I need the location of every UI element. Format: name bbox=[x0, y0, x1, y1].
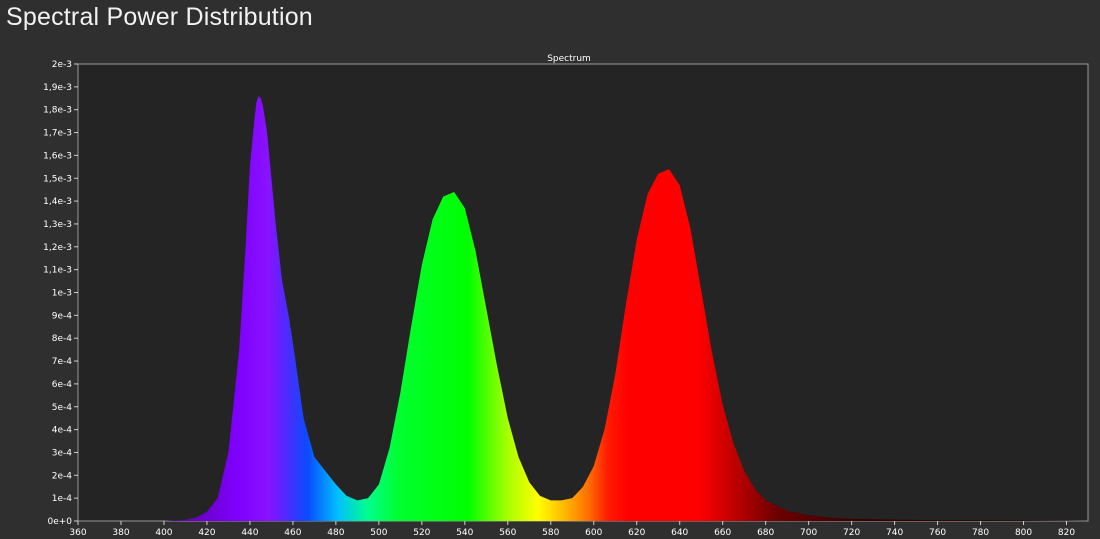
y-tick-label: 3e-4 bbox=[52, 448, 73, 458]
y-tick-label: 1,5e-3 bbox=[43, 174, 72, 184]
x-tick-label: 700 bbox=[800, 528, 817, 538]
y-tick-label: 1,9e-3 bbox=[43, 83, 72, 93]
x-tick-label: 480 bbox=[327, 528, 344, 538]
y-tick-label: 1e-3 bbox=[52, 289, 72, 299]
x-tick-label: 360 bbox=[69, 528, 86, 538]
x-tick-label: 380 bbox=[112, 528, 129, 538]
x-tick-label: 580 bbox=[542, 528, 559, 538]
x-tick-label: 820 bbox=[1058, 528, 1075, 538]
x-axis: 360 380 400 420 440 460 480 500 520 540 560 580 600 6… bbox=[69, 521, 1075, 538]
x-tick-label: 680 bbox=[757, 528, 774, 538]
x-tick-label: 440 bbox=[241, 528, 258, 538]
x-tick-label: 800 bbox=[1015, 528, 1032, 538]
x-tick-label: 660 bbox=[714, 528, 731, 538]
y-tick-label: 2e-3 bbox=[52, 60, 72, 70]
y-tick-label: 1,4e-3 bbox=[43, 197, 72, 207]
x-tick-label: 640 bbox=[671, 528, 688, 538]
x-tick-label: 740 bbox=[886, 528, 903, 538]
y-tick-label: 1,6e-3 bbox=[43, 151, 72, 161]
y-tick-label: 8e-4 bbox=[52, 334, 73, 344]
x-tick-label: 460 bbox=[284, 528, 301, 538]
x-tick-label: 720 bbox=[843, 528, 860, 538]
x-tick-label: 760 bbox=[929, 528, 946, 538]
y-tick-label: 9e-4 bbox=[52, 311, 73, 321]
y-tick-label: 1,3e-3 bbox=[43, 220, 72, 230]
y-tick-label: 2e-4 bbox=[52, 471, 73, 481]
y-tick-label: 7e-4 bbox=[52, 357, 73, 367]
y-tick-label: 1,8e-3 bbox=[43, 106, 72, 116]
y-tick-label: 1,2e-3 bbox=[43, 243, 72, 253]
y-tick-label: 1e-4 bbox=[52, 494, 73, 504]
x-tick-label: 780 bbox=[972, 528, 989, 538]
x-tick-label: 420 bbox=[198, 528, 215, 538]
x-tick-label: 600 bbox=[585, 528, 602, 538]
plot-title: Spectrum bbox=[547, 54, 591, 64]
y-tick-label: 1,1e-3 bbox=[43, 266, 72, 276]
x-tick-label: 560 bbox=[499, 528, 516, 538]
x-tick-label: 500 bbox=[370, 528, 387, 538]
y-axis: 0e+0 1e-4 2e-4 3e-4 4e-4 5e-4 6e-4 7e-4 8e-4 9e-4… bbox=[43, 60, 78, 527]
spectrum-chart: Spectrum 0e+0 1e-4 2e-4 3e-4 4e-4 5e-4 6e-4 7e-… bbox=[43, 54, 1089, 538]
x-tick-label: 540 bbox=[456, 528, 473, 538]
y-tick-label: 4e-4 bbox=[52, 426, 73, 436]
y-tick-label: 6e-4 bbox=[52, 380, 73, 390]
x-tick-label: 400 bbox=[155, 528, 172, 538]
x-tick-label: 520 bbox=[413, 528, 430, 538]
y-tick-label: 0e+0 bbox=[47, 517, 72, 527]
x-tick-label: 620 bbox=[628, 528, 645, 538]
y-tick-label: 5e-4 bbox=[52, 403, 73, 413]
y-tick-label: 1,7e-3 bbox=[43, 129, 72, 139]
